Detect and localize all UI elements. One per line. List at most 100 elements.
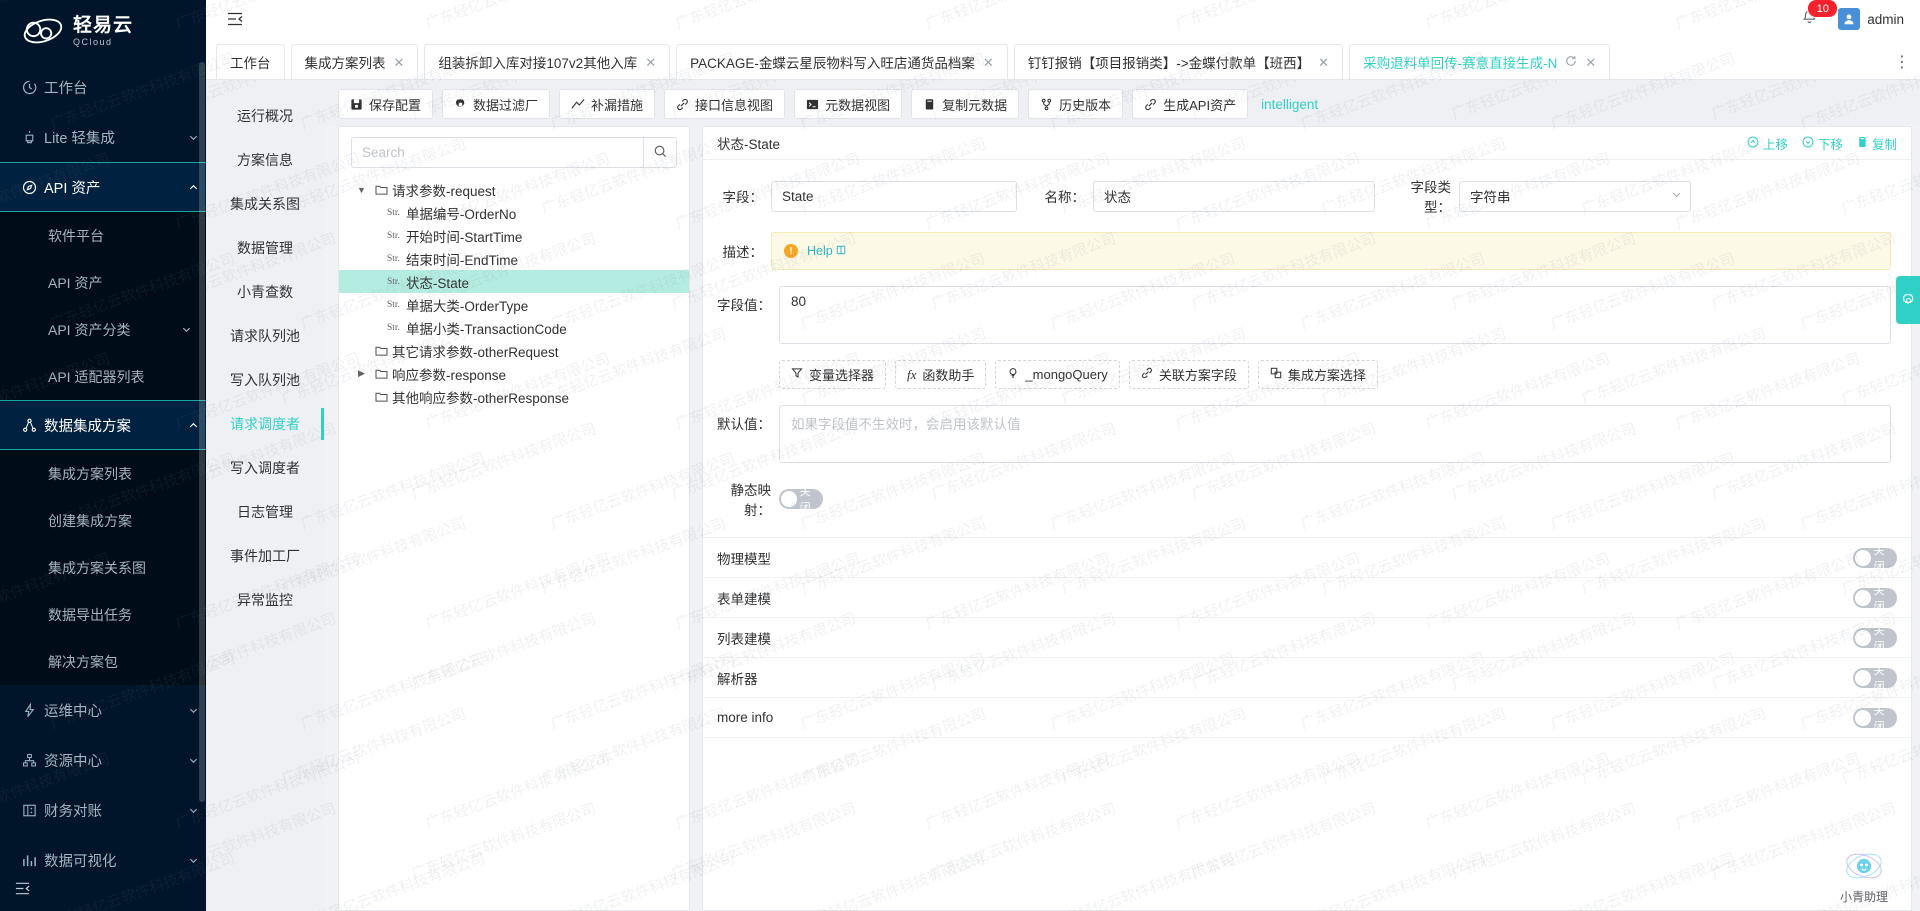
notifications-button[interactable]: 10: [1798, 0, 1839, 30]
tab-solution-list[interactable]: 集成方案列表 ✕: [290, 44, 419, 79]
related-solution-field-button[interactable]: 关联方案字段: [1128, 360, 1249, 389]
user-menu[interactable]: admin: [1838, 8, 1904, 30]
tree-node-request[interactable]: ▼ 请求参数-request: [339, 178, 689, 201]
sidebar-item-resource-center[interactable]: 资源中心: [0, 735, 206, 785]
tab-purchase-return[interactable]: 采购退料单回传-赛意直接生成-N ✕: [1349, 44, 1611, 79]
save-config-button[interactable]: 保存配置: [338, 89, 434, 119]
intelligent-link[interactable]: intelligent: [1261, 97, 1318, 112]
tree-node-otherresponse[interactable]: 其他响应参数-otherResponse: [339, 385, 689, 408]
sidebar-item-solution-package[interactable]: 解决方案包: [0, 638, 206, 685]
patch-measure-button[interactable]: 补漏措施: [559, 89, 656, 119]
tab-assembly-inbound[interactable]: 组装拆卸入库对接107v2其他入库 ✕: [424, 44, 671, 79]
sidebar-item-solution-graph[interactable]: 集成方案关系图: [0, 544, 206, 591]
sidebar-item-data-integration[interactable]: 数据集成方案: [0, 400, 206, 450]
tree-node-response[interactable]: ▶ 响应参数-response: [339, 362, 689, 385]
brand-logo-block[interactable]: 轻易云 QCloud: [0, 0, 206, 62]
sidebar-collapse-bar[interactable]: [0, 869, 206, 911]
copy-field-button[interactable]: 复制: [1857, 134, 1897, 153]
subnav-item-request-queue[interactable]: 请求队列池: [206, 314, 324, 358]
section-parser[interactable]: 解析器 关闭: [703, 658, 1911, 698]
close-icon[interactable]: ✕: [983, 56, 994, 69]
settings-gear-icon[interactable]: [1896, 276, 1920, 324]
function-helper-button[interactable]: fx 函数助手: [895, 360, 987, 389]
close-icon[interactable]: ✕: [1585, 56, 1596, 69]
subnav-item-event-factory[interactable]: 事件加工厂: [206, 534, 324, 578]
subnav-item-log-management[interactable]: 日志管理: [206, 490, 324, 534]
form-modeling-toggle[interactable]: 关闭: [1853, 585, 1897, 613]
section-more-info[interactable]: more info 关闭: [703, 698, 1911, 738]
sidebar-item-api-adapter-list[interactable]: API 适配器列表: [0, 353, 206, 400]
tab-dingding-reimburse[interactable]: 钉钉报销【项目报销类】->金蝶付款单【班西】 ✕: [1013, 44, 1344, 79]
tab-workbench[interactable]: 工作台: [216, 44, 285, 79]
field-type-input[interactable]: [1459, 180, 1691, 212]
tab-more-icon[interactable]: ⋮: [1888, 44, 1916, 79]
section-list-modeling[interactable]: 列表建模 关闭: [703, 618, 1911, 658]
help-link[interactable]: Help: [807, 244, 846, 258]
history-version-button[interactable]: 历史版本: [1028, 89, 1124, 119]
sidebar-item-solution-list[interactable]: 集成方案列表: [0, 450, 206, 497]
collapse-menu-icon[interactable]: [224, 8, 246, 30]
section-form-modeling[interactable]: 表单建模 关闭: [703, 578, 1911, 618]
close-icon[interactable]: ✕: [1318, 56, 1329, 69]
sidebar-item-create-solution[interactable]: 创建集成方案: [0, 497, 206, 544]
move-up-button[interactable]: 上移: [1747, 134, 1788, 153]
close-icon[interactable]: ✕: [645, 56, 656, 69]
subnav-item-write-scheduler[interactable]: 写入调度者: [206, 446, 324, 490]
default-value-textarea[interactable]: 如果字段值不生效时，会启用该默认值: [779, 405, 1891, 463]
sidebar-item-export-task[interactable]: 数据导出任务: [0, 591, 206, 638]
close-icon[interactable]: ✕: [394, 56, 405, 69]
subnav-item-request-scheduler[interactable]: 请求调度者: [206, 402, 324, 446]
solution-select-button[interactable]: 集成方案选择: [1257, 360, 1378, 389]
metadata-view-button[interactable]: 元数据视图: [794, 89, 903, 119]
generate-api-asset-button[interactable]: 生成API资产: [1132, 89, 1249, 119]
list-modeling-toggle[interactable]: 关闭: [1853, 625, 1897, 653]
refresh-icon[interactable]: [1565, 55, 1577, 70]
tree-node-ordertype[interactable]: Str. 单据大类-OrderType: [339, 293, 689, 316]
tree-node-orderno[interactable]: Str. 单据编号-OrderNo: [339, 201, 689, 224]
move-down-button[interactable]: 下移: [1802, 134, 1843, 153]
sidebar-item-ops-center[interactable]: 运维中心: [0, 685, 206, 735]
sidebar-item-finance[interactable]: 财务对账: [0, 785, 206, 835]
sidebar-scrollbar[interactable]: [199, 62, 205, 802]
assistant-widget[interactable]: 小青助理: [1818, 846, 1910, 905]
mongoquery-button[interactable]: _mongoQuery: [995, 360, 1120, 389]
assistant-robot-icon[interactable]: [1842, 846, 1886, 886]
field-value-textarea[interactable]: 80: [779, 286, 1891, 344]
subnav-item-xiaoqing-query[interactable]: 小青查数: [206, 270, 324, 314]
sidebar-item-api-asset[interactable]: API 资产: [0, 259, 206, 306]
tree-node-transactioncode[interactable]: Str. 单据小类-TransactionCode: [339, 316, 689, 339]
variable-selector-button[interactable]: 变量选择器: [779, 360, 887, 389]
caret-collapsed-icon[interactable]: ▶: [353, 368, 370, 379]
sidebar-item-lite[interactable]: Lite 轻集成: [0, 112, 206, 162]
subnav-item-solution-info[interactable]: 方案信息: [206, 138, 324, 182]
search-button[interactable]: [643, 137, 677, 168]
tree-node-endtime[interactable]: Str. 结束时间-EndTime: [339, 247, 689, 270]
data-filter-button[interactable]: 数据过滤厂: [442, 89, 551, 119]
subnav-item-write-queue[interactable]: 写入队列池: [206, 358, 324, 402]
sidebar-item-workbench[interactable]: 工作台: [0, 62, 206, 112]
tree-node-starttime[interactable]: Str. 开始时间-StartTime: [339, 224, 689, 247]
section-physical-model[interactable]: 物理模型 关闭: [703, 538, 1911, 578]
physical-model-toggle[interactable]: 关闭: [1853, 545, 1897, 573]
static-map-toggle[interactable]: 关闭: [779, 486, 823, 514]
sidebar-item-api-category[interactable]: API 资产分类: [0, 306, 206, 353]
tree-node-state[interactable]: Str. 状态-State: [339, 270, 689, 293]
subnav-item-exception-monitor[interactable]: 异常监控: [206, 578, 324, 622]
field-name-input[interactable]: [1093, 180, 1375, 212]
more-info-toggle[interactable]: 关闭: [1853, 705, 1897, 733]
subnav-item-data-management[interactable]: 数据管理: [206, 226, 324, 270]
parser-toggle[interactable]: 关闭: [1853, 665, 1897, 693]
interface-info-view-button[interactable]: 接口信息视图: [664, 89, 786, 119]
tree-node-otherrequest[interactable]: 其它请求参数-otherRequest: [339, 339, 689, 362]
sidebar-item-software-platform[interactable]: 软件平台: [0, 212, 206, 259]
subnav-item-overview[interactable]: 运行概况: [206, 94, 324, 138]
field-type-select[interactable]: [1459, 180, 1691, 212]
sidebar-item-api-assets[interactable]: API 资产: [0, 162, 206, 212]
copy-metadata-button[interactable]: 复制元数据: [911, 89, 1020, 119]
collapse-sidebar-icon[interactable]: [14, 880, 31, 900]
field-key-input[interactable]: [771, 180, 1017, 212]
subnav-item-relation-graph[interactable]: 集成关系图: [206, 182, 324, 226]
search-input[interactable]: [351, 137, 643, 168]
caret-expanded-icon[interactable]: ▼: [353, 185, 370, 195]
tab-package-material[interactable]: PACKAGE-金蝶云星辰物料写入旺店通货品档案 ✕: [676, 44, 1008, 79]
